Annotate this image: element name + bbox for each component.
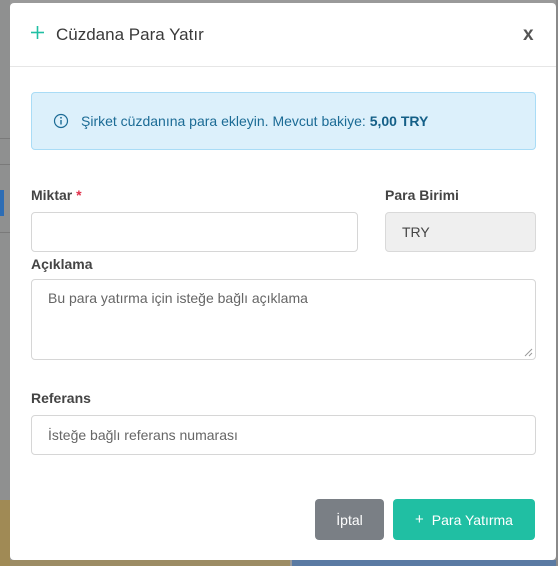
info-message: Şirket cüzdanına para ekleyin. Mevcut ba… [81, 113, 428, 129]
wallet-balance: 5,00 TRY [369, 113, 429, 129]
amount-input[interactable] [31, 212, 358, 252]
plus-icon [31, 26, 44, 39]
info-alert: Şirket cüzdanına para ekleyin. Mevcut ba… [31, 92, 536, 150]
modal-title: Cüzdana Para Yatır [56, 25, 204, 44]
background-divider [0, 164, 10, 165]
currency-field: TRY [385, 212, 536, 252]
deposit-modal: Cüzdana Para Yatır x Şirket cüzdanına pa… [10, 3, 556, 560]
background-panel [0, 500, 10, 566]
background-panel [10, 560, 290, 566]
modal-header: Cüzdana Para Yatır x [10, 3, 556, 67]
plus-icon: + [415, 511, 424, 528]
reference-input[interactable] [31, 415, 536, 455]
background-divider [0, 232, 10, 233]
background-divider [0, 138, 10, 139]
background-accent [0, 190, 4, 216]
amount-label: Miktar * [31, 187, 82, 203]
description-label: Açıklama [31, 256, 93, 272]
reference-label: Referans [31, 390, 91, 406]
deposit-button-label: Para Yatırma [431, 511, 513, 528]
resize-handle-icon[interactable] [523, 347, 533, 357]
info-circle-icon [53, 113, 69, 129]
background-page [0, 0, 10, 566]
required-mark: * [76, 187, 82, 203]
background-panel [292, 560, 558, 566]
description-textarea[interactable] [31, 279, 536, 360]
amount-label-text: Miktar [31, 187, 73, 203]
deposit-button[interactable]: + Para Yatırma [393, 499, 535, 540]
info-message-text: Şirket cüzdanına para ekleyin. Mevcut ba… [81, 113, 370, 129]
cancel-button[interactable]: İptal [315, 499, 384, 540]
currency-label: Para Birimi [385, 187, 459, 203]
close-button[interactable]: x [523, 24, 534, 46]
